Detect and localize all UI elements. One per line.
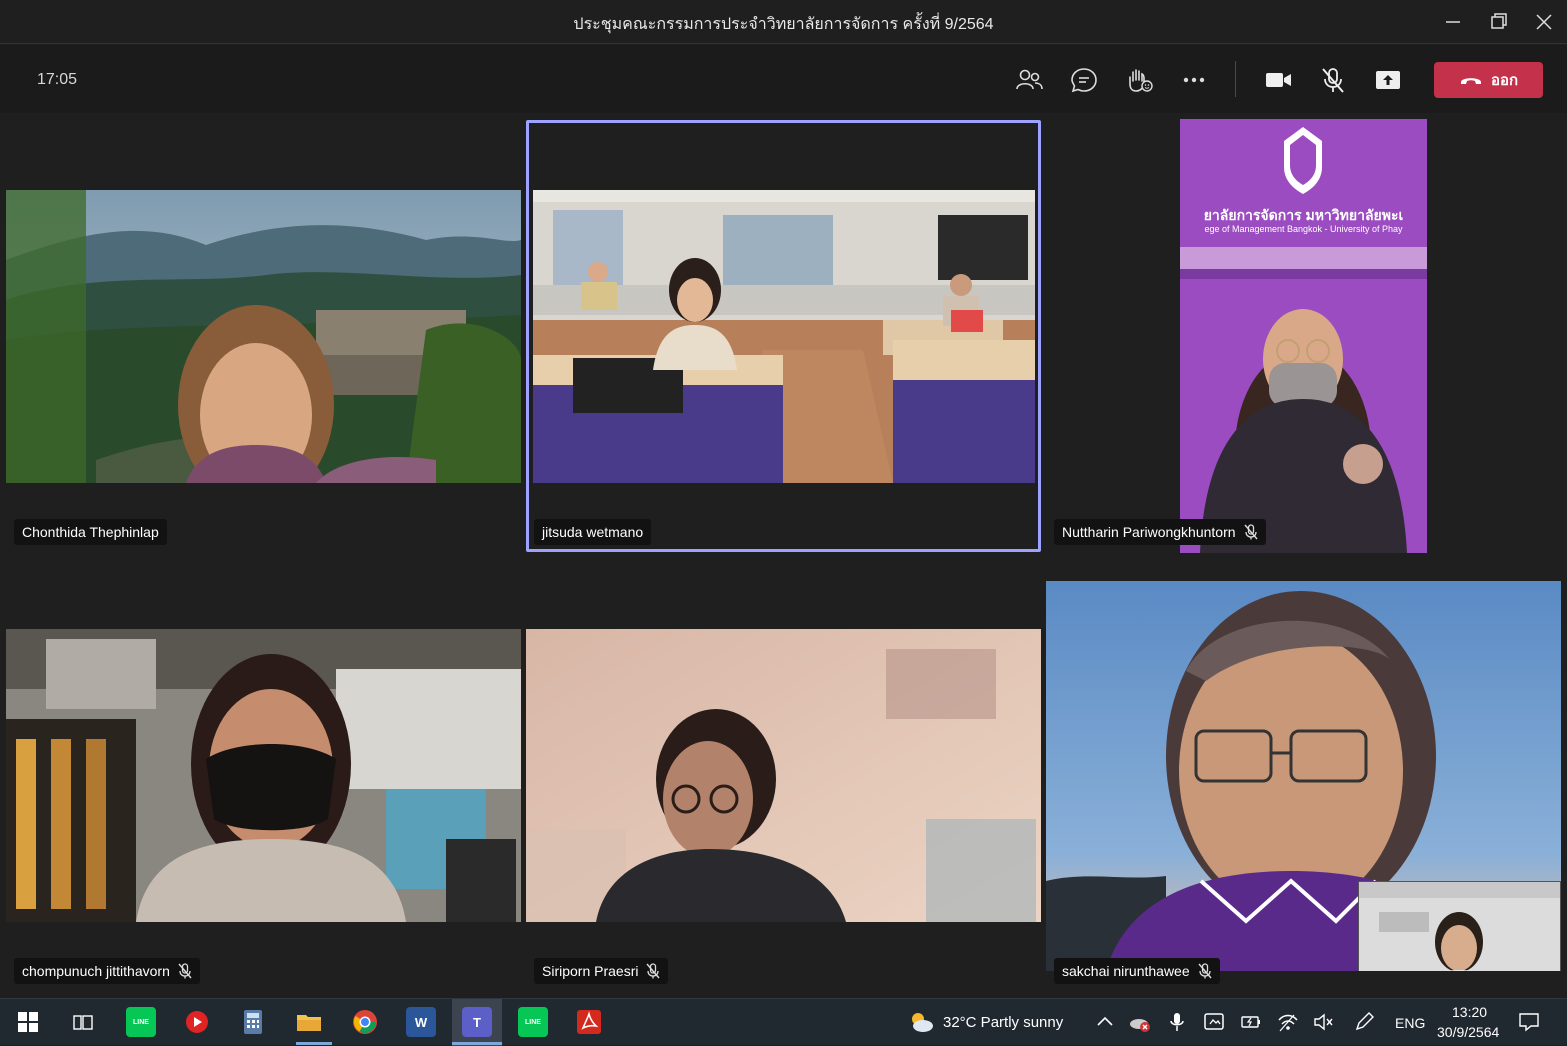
acrobat-button[interactable] bbox=[574, 1007, 604, 1037]
windows-start-icon bbox=[18, 1012, 38, 1032]
wifi-icon[interactable] bbox=[1277, 1011, 1299, 1033]
participant-name: Chonthida Thephinlap bbox=[22, 524, 159, 540]
maximize-button[interactable] bbox=[1484, 8, 1514, 36]
more-icon bbox=[1183, 77, 1205, 83]
start-button[interactable] bbox=[13, 1007, 43, 1037]
people-button[interactable] bbox=[1014, 65, 1044, 95]
line-app-icon[interactable]: LINE bbox=[518, 1007, 548, 1037]
participant-name: jitsuda wetmano bbox=[542, 524, 644, 540]
file-explorer-button[interactable] bbox=[294, 1007, 324, 1037]
restore-icon bbox=[1491, 13, 1507, 29]
participant-nameplate: Chonthida Thephinlap bbox=[14, 519, 167, 545]
participant-video[interactable] bbox=[1046, 581, 1561, 971]
mic-muted-icon bbox=[1322, 68, 1344, 93]
mic-muted-icon bbox=[1244, 524, 1258, 540]
hang-up-icon bbox=[1460, 78, 1481, 84]
pen-icon[interactable] bbox=[1353, 1011, 1375, 1033]
participant-name: sakchai nirunthawee bbox=[1062, 963, 1190, 979]
participant-video[interactable]: ยาลัยการจัดการ มหาวิทยาลัยพะเ ege of Man… bbox=[1180, 119, 1427, 553]
office-background bbox=[6, 629, 521, 922]
participant-name: Nuttharin Pariwongkhuntorn bbox=[1062, 524, 1236, 540]
taskbar-date[interactable]: 30/9/2564 bbox=[1437, 1024, 1499, 1040]
notification-center-icon[interactable] bbox=[1518, 1011, 1540, 1033]
share-icon bbox=[1376, 71, 1400, 89]
chrome-button[interactable] bbox=[350, 1007, 380, 1037]
mountain-background bbox=[6, 190, 521, 483]
screen-capture-icon[interactable] bbox=[1203, 1011, 1225, 1033]
participant-nameplate: sakchai nirunthawee bbox=[1054, 958, 1220, 984]
acrobat-icon bbox=[577, 1010, 601, 1034]
close-button[interactable] bbox=[1529, 8, 1559, 36]
input-language[interactable]: ENG bbox=[1395, 1015, 1425, 1031]
share-screen-button[interactable] bbox=[1373, 65, 1403, 95]
weather-icon[interactable] bbox=[907, 1009, 935, 1035]
mic-muted-icon bbox=[1198, 963, 1212, 979]
taskbar: LINE W T LINE 32°C Partly sunny ENG 13:2… bbox=[0, 998, 1567, 1046]
mic-muted-icon bbox=[178, 963, 192, 979]
title-bar: ประชุมคณะกรรมการประจำวิทยาลัยการจัดการ ค… bbox=[0, 0, 1567, 44]
participant-nameplate: jitsuda wetmano bbox=[534, 519, 652, 545]
window-title: ประชุมคณะกรรมการประจำวิทยาลัยการจัดการ ค… bbox=[573, 16, 994, 33]
chat-button[interactable] bbox=[1069, 65, 1099, 95]
close-icon bbox=[1536, 14, 1552, 30]
battery-icon[interactable] bbox=[1240, 1011, 1262, 1033]
camera-icon bbox=[1266, 73, 1291, 87]
chevron-up-icon[interactable] bbox=[1094, 1011, 1116, 1033]
task-view-icon bbox=[73, 1015, 93, 1030]
task-view-button[interactable] bbox=[68, 1007, 98, 1037]
toolbar-divider bbox=[1235, 61, 1236, 97]
meeting-toolbar: 17:05 ออก bbox=[0, 45, 1567, 113]
mic-muted-icon bbox=[646, 963, 661, 979]
file-explorer-icon bbox=[297, 1015, 321, 1031]
media-player-icon bbox=[186, 1011, 208, 1033]
microphone-icon[interactable] bbox=[1166, 1011, 1188, 1033]
self-view[interactable] bbox=[1358, 881, 1561, 971]
calculator-icon bbox=[244, 1010, 262, 1034]
volume-muted-icon[interactable] bbox=[1312, 1011, 1334, 1033]
more-options-button[interactable] bbox=[1179, 65, 1209, 95]
taskbar-time[interactable]: 13:20 bbox=[1452, 1004, 1487, 1020]
minimize-icon bbox=[1446, 21, 1460, 23]
purple-banner-background bbox=[1180, 119, 1427, 553]
participant-nameplate: Siriporn Praesri bbox=[534, 958, 669, 984]
mic-button[interactable] bbox=[1318, 65, 1348, 95]
chrome-icon bbox=[353, 1010, 377, 1034]
video-stage: ยาลัยการจัดการ มหาวิทยาลัยพะเ ege of Man… bbox=[0, 113, 1567, 998]
minimize-button[interactable] bbox=[1438, 8, 1468, 36]
participant-name: chompunuch jittithavorn bbox=[22, 963, 170, 979]
participant-nameplate: chompunuch jittithavorn bbox=[14, 958, 200, 984]
active-speaker-frame bbox=[526, 120, 1041, 552]
calculator-button[interactable] bbox=[238, 1007, 268, 1037]
blurred-room-background bbox=[526, 629, 1041, 922]
participant-video[interactable] bbox=[6, 190, 521, 483]
weather-text[interactable]: 32°C Partly sunny bbox=[943, 1014, 1063, 1031]
participant-nameplate: Nuttharin Pariwongkhuntorn bbox=[1054, 519, 1266, 545]
raise-hand-button[interactable] bbox=[1124, 65, 1154, 95]
word-icon[interactable]: W bbox=[406, 1007, 436, 1037]
chat-icon bbox=[1071, 68, 1097, 93]
meeting-clock: 17:05 bbox=[37, 71, 78, 88]
participant-video[interactable] bbox=[6, 629, 521, 922]
participant-name: Siriporn Praesri bbox=[542, 963, 639, 979]
raise-hand-icon bbox=[1129, 69, 1153, 92]
people-icon bbox=[1016, 69, 1043, 90]
onedrive-error-icon[interactable] bbox=[1129, 1011, 1151, 1033]
line-app-icon[interactable]: LINE bbox=[126, 1007, 156, 1037]
leave-button[interactable]: ออก bbox=[1434, 62, 1543, 98]
teams-icon[interactable]: T bbox=[462, 1007, 492, 1037]
participant-video[interactable] bbox=[526, 629, 1041, 922]
banner-subtitle: ege of Management Bangkok - University o… bbox=[1204, 224, 1403, 234]
self-view-video bbox=[1359, 882, 1560, 971]
camera-button[interactable] bbox=[1263, 65, 1293, 95]
leave-label: ออก bbox=[1490, 72, 1519, 89]
media-player-button[interactable] bbox=[182, 1007, 212, 1037]
